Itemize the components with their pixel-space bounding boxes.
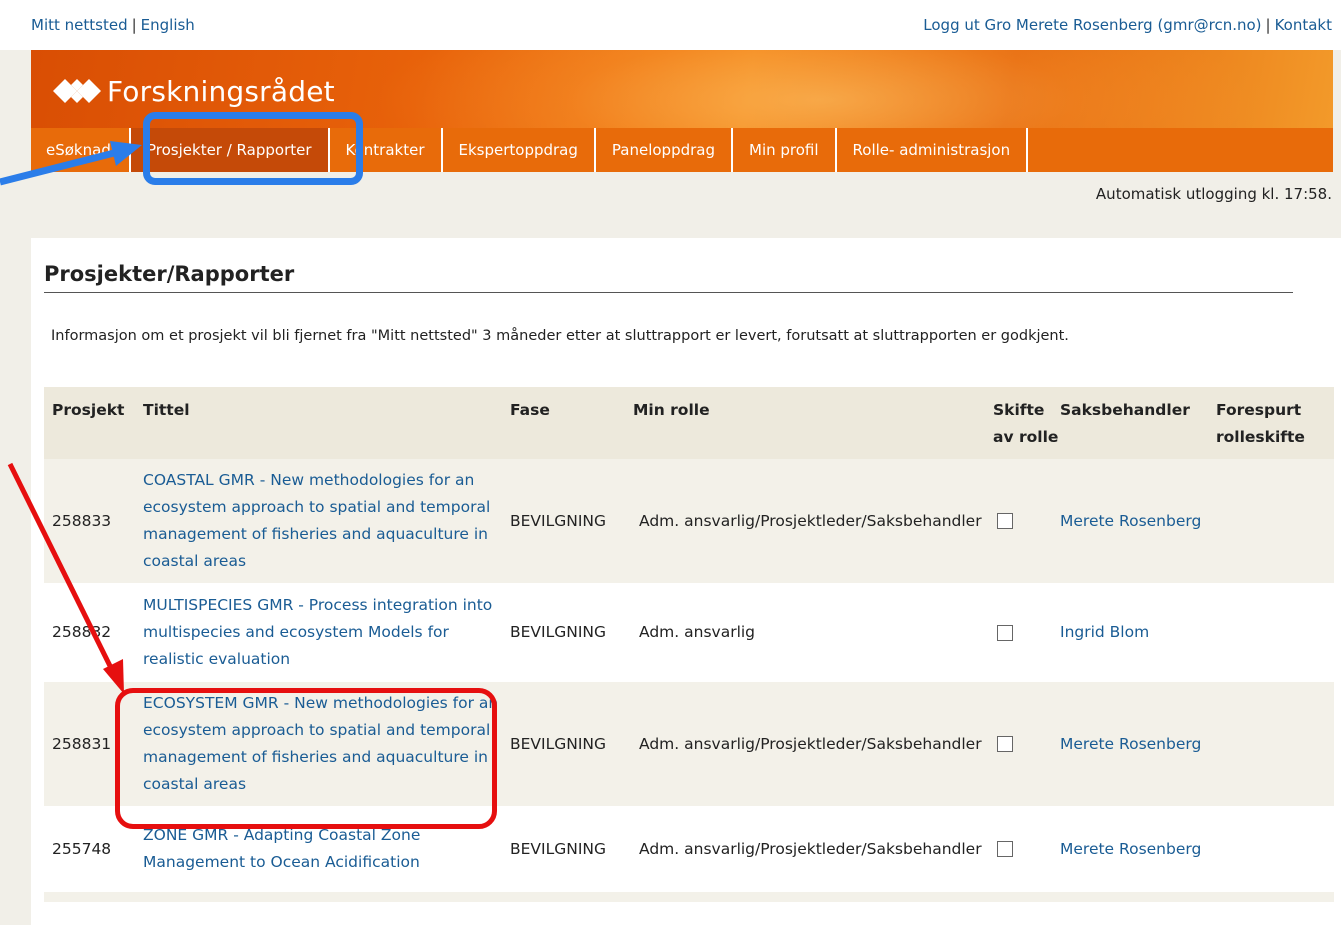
brand-name: Forskningsrådet (107, 74, 335, 108)
case-officer-link[interactable]: Merete Rosenberg (1060, 512, 1201, 530)
role-change-checkbox[interactable] (997, 513, 1013, 529)
role-change-checkbox[interactable] (997, 841, 1013, 857)
table-row: 258832 MULTISPECIES GMR - Process integr… (44, 583, 1334, 682)
role-change-checkbox[interactable] (997, 736, 1013, 752)
role-change-checkbox[interactable] (997, 624, 1013, 641)
logo-diamond-icon (53, 79, 101, 103)
project-phase: BEVILGNING (510, 734, 607, 753)
link-separator: | (1265, 16, 1271, 34)
logout-link[interactable]: Logg ut Gro Merete Rosenberg (gmr@rcn.no… (923, 16, 1261, 34)
my-site-link[interactable]: Mitt nettsted (31, 16, 128, 34)
tab-esoknad[interactable]: eSøknad (31, 128, 131, 172)
contact-link[interactable]: Kontakt (1275, 16, 1332, 34)
project-phase: BEVILGNING (510, 839, 607, 858)
top-bar: Mitt nettsted | English Logg ut Gro Merete… (0, 0, 1341, 50)
requested-role-change (1216, 806, 1334, 892)
title-divider (44, 292, 1293, 293)
table-row: 258831 ECOSYSTEM GMR - New methodologies… (44, 682, 1334, 806)
project-title-link[interactable]: MULTISPECIES GMR - Process integration i… (143, 596, 492, 668)
table-header-row: Prosjekt Tittel Fase Min rolle Skifte av… (44, 387, 1334, 459)
requested-role-change (1216, 459, 1334, 583)
project-title-link[interactable]: ZONE GMR - Adapting Coastal Zone Managem… (143, 826, 420, 871)
header-tittel[interactable]: Tittel (143, 387, 510, 459)
top-links-right: Logg ut Gro Merete Rosenberg (gmr@rcn.no… (923, 16, 1332, 34)
tab-paneloppdrag[interactable]: Paneloppdrag (596, 128, 733, 172)
header-saksbehandler[interactable]: Saksbehandler (1060, 387, 1216, 459)
table-row-partial (44, 892, 1334, 902)
project-title-link[interactable]: ECOSYSTEM GMR - New methodologies for an… (143, 694, 498, 793)
requested-role-change (1216, 682, 1334, 806)
my-role: Adm. ansvarlig/Prosjektleder/Saksbehandl… (639, 839, 982, 858)
my-role: Adm. ansvarlig (639, 623, 756, 641)
header-fase[interactable]: Fase (510, 387, 633, 459)
table-row: 258833 COASTAL GMR - New methodologies f… (44, 459, 1334, 583)
link-separator: | (131, 16, 137, 34)
project-number: 258831 (52, 734, 112, 753)
tab-ekspertoppdrag[interactable]: Ekspertoppdrag (443, 128, 596, 172)
projects-table: Prosjekt Tittel Fase Min rolle Skifte av… (44, 387, 1334, 902)
tab-rolle-administrasjon[interactable]: Rolle- administrasjon (837, 128, 1029, 172)
project-title-link[interactable]: COASTAL GMR - New methodologies for an e… (143, 471, 490, 570)
english-link[interactable]: English (141, 16, 195, 34)
my-role: Adm. ansvarlig/Prosjektleder/Saksbehandl… (639, 734, 982, 753)
brand-logo[interactable]: Forskningsrådet (51, 74, 335, 108)
info-text: Informasjon om et prosjekt vil bli fjern… (51, 328, 1069, 344)
tab-prosjekter-rapporter[interactable]: Prosjekter / Rapporter (131, 128, 330, 172)
project-phase: BEVILGNING (510, 511, 607, 530)
top-links-left: Mitt nettsted | English (31, 16, 195, 34)
project-phase: BEVILGNING (510, 623, 607, 641)
header-forespurt-rolleskifte: Forespurt rolleskifte (1216, 401, 1305, 446)
project-number: 258833 (52, 511, 112, 530)
project-number: 255748 (52, 839, 112, 858)
header-skifte-av-rolle: Skifte av rolle (993, 401, 1059, 446)
header-prosjekt[interactable]: Prosjekt (44, 387, 143, 459)
main-nav: eSøknad Prosjekter / Rapporter Kontrakte… (31, 128, 1333, 172)
case-officer-link[interactable]: Merete Rosenberg (1060, 735, 1201, 753)
header-banner: Forskningsrådet (31, 50, 1333, 128)
page-title: Prosjekter/Rapporter (44, 262, 295, 286)
tab-min-profil[interactable]: Min profil (733, 128, 837, 172)
header-min-rolle[interactable]: Min rolle (633, 387, 993, 459)
case-officer-link[interactable]: Ingrid Blom (1060, 623, 1149, 641)
my-role: Adm. ansvarlig/Prosjektleder/Saksbehandl… (639, 511, 982, 530)
tab-kontrakter[interactable]: Kontrakter (330, 128, 443, 172)
project-number: 258832 (52, 623, 112, 641)
table-row: 255748 ZONE GMR - Adapting Coastal Zone … (44, 806, 1334, 892)
requested-role-change (1216, 583, 1334, 682)
banner-decoration (371, 50, 1271, 128)
auto-logout-note: Automatisk utlogging kl. 17:58. (1095, 185, 1332, 203)
case-officer-link[interactable]: Merete Rosenberg (1060, 840, 1201, 858)
main-content: Prosjekter/Rapporter Informasjon om et p… (31, 238, 1341, 925)
